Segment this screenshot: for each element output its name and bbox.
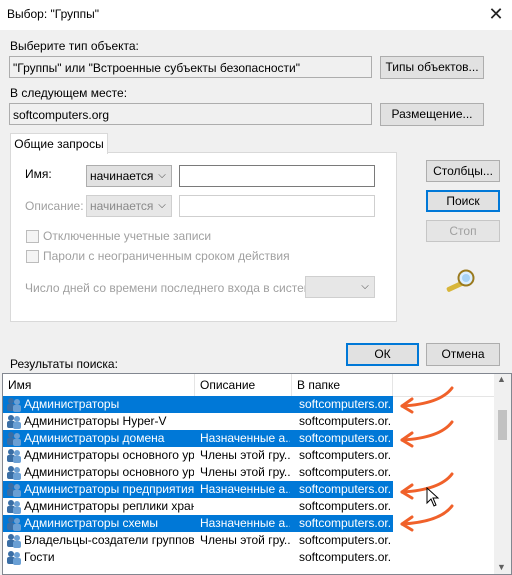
non-expiring-password-label: Пароли с неограниченным сроком действия [43, 249, 290, 263]
group-icon [7, 415, 21, 429]
description-mode-select[interactable]: начинается с ⌵ [86, 195, 172, 217]
name-input[interactable] [179, 165, 375, 187]
row-name: Администраторы домена [24, 431, 165, 445]
row-name: Администраторы реплики хран... [24, 499, 194, 513]
row-desc: Члены этой гру... [200, 465, 290, 479]
table-row[interactable]: Администраторы softcomputers.or... [3, 396, 393, 413]
chevron-down-icon: ⌵ [356, 277, 374, 297]
annotation-arrow-icon [400, 386, 454, 408]
table-row[interactable]: Администраторы реплики хран... softcomput… [3, 498, 393, 515]
group-icon [7, 483, 21, 497]
row-name: Гости [24, 550, 55, 564]
cancel-button[interactable]: Отмена [426, 343, 500, 366]
group-icon [7, 500, 21, 514]
chevron-down-icon: ⌵ [153, 166, 171, 186]
search-results-label: Результаты поиска: [10, 357, 118, 371]
group-icon [7, 398, 21, 412]
location-label: В следующем месте: [10, 86, 128, 100]
row-folder: softcomputers.or... [299, 397, 391, 411]
results-scrollbar[interactable]: ▲ ▼ [494, 374, 511, 574]
column-header-folder[interactable]: В папке [292, 374, 393, 396]
common-queries-panel: Имя: начинается с ⌵ Описание: начинается… [10, 152, 397, 322]
row-desc: Назначенные а... [200, 431, 290, 445]
non-expiring-password-checkbox[interactable] [26, 250, 39, 263]
mouse-cursor-icon [426, 487, 440, 507]
object-types-button[interactable]: Типы объектов... [380, 56, 484, 79]
scroll-up-icon[interactable]: ▲ [497, 374, 506, 384]
row-name: Администраторы предприятия [24, 482, 194, 496]
disabled-accounts-checkbox[interactable] [26, 230, 39, 243]
description-label: Описание: [25, 199, 84, 213]
group-icon [7, 466, 21, 480]
row-name: Владельцы-создатели группов... [24, 533, 194, 547]
table-row[interactable]: Администраторы Hyper-V softcomputers.or..… [3, 413, 393, 430]
search-magnifier-icon [446, 269, 475, 292]
row-desc: Члены этой гру... [200, 533, 290, 547]
stop-button[interactable]: Стоп [426, 220, 500, 242]
row-folder: softcomputers.or... [299, 550, 391, 564]
table-row[interactable]: Администраторы предприятия Назначенные а.… [3, 481, 393, 498]
column-header-description[interactable]: Описание [195, 374, 292, 396]
row-desc: Назначенные а... [200, 482, 290, 496]
table-row[interactable]: Владельцы-создатели группов... Члены этой… [3, 532, 393, 549]
description-input[interactable] [179, 195, 375, 217]
annotation-arrow-icon [400, 504, 454, 526]
window-title: Выбор: "Группы" [7, 7, 100, 21]
scrollbar-thumb[interactable] [498, 410, 507, 440]
row-folder: softcomputers.or... [299, 516, 391, 530]
table-row[interactable]: Администраторы основного ур... Члены этой… [3, 464, 393, 481]
title-bar: Выбор: "Группы" ✕ [0, 0, 512, 30]
days-since-logon-label: Число дней со времени последнего входа в… [25, 281, 322, 295]
annotation-arrows [400, 386, 454, 532]
group-icon [7, 551, 21, 565]
group-icon [7, 534, 21, 548]
object-type-label: Выберите тип объекта: [10, 39, 139, 53]
location-field: softcomputers.org [9, 103, 372, 125]
search-button[interactable]: Поиск [426, 190, 500, 212]
select-groups-dialog: Выбор: "Группы" ✕ Выберите тип объекта: … [0, 0, 512, 575]
annotation-arrow-icon [400, 420, 454, 442]
row-folder: softcomputers.or... [299, 482, 391, 496]
name-mode-select[interactable]: начинается с ⌵ [86, 165, 172, 187]
close-button[interactable]: ✕ [482, 2, 510, 26]
group-icon [7, 449, 21, 463]
row-folder: softcomputers.or... [299, 414, 391, 428]
row-desc: Назначенные а... [200, 516, 290, 530]
row-desc: Члены этой гру... [200, 448, 290, 462]
row-name: Администраторы основного ур... [24, 448, 194, 462]
row-name: Администраторы [24, 397, 120, 411]
name-mode-value: начинается с [90, 169, 163, 183]
ok-button[interactable]: ОК [346, 343, 419, 366]
group-icon [7, 432, 21, 446]
object-type-field: "Группы" или "Встроенные субъекты безопа… [9, 56, 372, 78]
table-row[interactable]: Администраторы схемы Назначенные а... soft… [3, 515, 393, 532]
scroll-down-icon[interactable]: ▼ [497, 562, 506, 572]
row-folder: softcomputers.or... [299, 448, 391, 462]
tab-common-queries[interactable]: Общие запросы [10, 133, 108, 154]
column-header-name[interactable]: Имя [3, 374, 195, 396]
table-row[interactable]: Администраторы домена Назначенные а... sof… [3, 430, 393, 447]
row-folder: softcomputers.or... [299, 533, 391, 547]
group-icon [7, 517, 21, 531]
row-name: Администраторы Hyper-V [24, 414, 167, 428]
row-folder: softcomputers.or... [299, 499, 391, 513]
row-folder: softcomputers.or... [299, 465, 391, 479]
row-name: Администраторы основного ур... [24, 465, 194, 479]
days-since-logon-select[interactable]: ⌵ [305, 276, 375, 298]
table-row[interactable]: Гости softcomputers.or... [3, 549, 393, 566]
location-button[interactable]: Размещение... [380, 103, 484, 126]
disabled-accounts-label: Отключенные учетные записи [43, 229, 212, 243]
columns-button[interactable]: Столбцы... [426, 160, 500, 182]
description-mode-value: начинается с [90, 199, 163, 213]
name-label: Имя: [25, 167, 52, 181]
row-folder: softcomputers.or... [299, 431, 391, 445]
chevron-down-icon: ⌵ [153, 196, 171, 216]
row-name: Администраторы схемы [24, 516, 158, 530]
table-row[interactable]: Администраторы основного ур... Члены этой… [3, 447, 393, 464]
